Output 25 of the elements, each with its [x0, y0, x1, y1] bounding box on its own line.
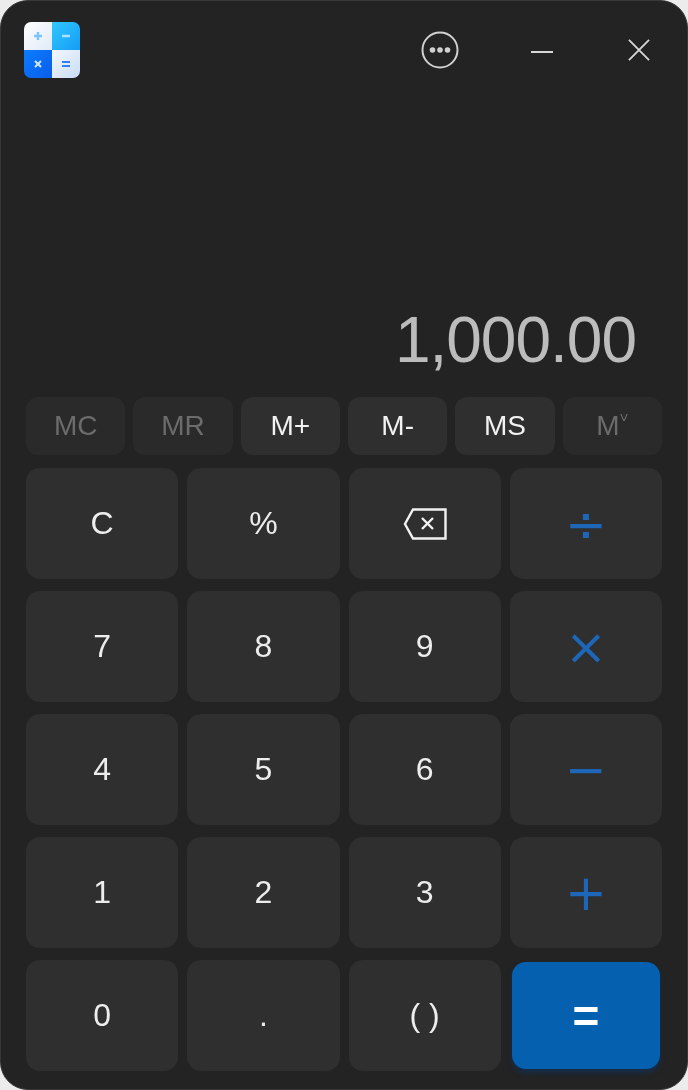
- digit-key[interactable]: 5: [187, 714, 340, 825]
- function-key[interactable]: C: [26, 468, 179, 579]
- minimize-icon: [531, 51, 553, 53]
- display-value: 1,000.00: [394, 308, 636, 372]
- function-key[interactable]: %: [187, 468, 340, 579]
- function-key[interactable]: ( ): [348, 960, 501, 1071]
- digit-key[interactable]: 1: [26, 837, 179, 948]
- memory-button[interactable]: M+: [240, 397, 340, 455]
- app-icon: [24, 22, 80, 78]
- equals-key[interactable]: =: [511, 962, 660, 1069]
- digit-key[interactable]: 9: [348, 591, 501, 702]
- digit-key[interactable]: 0: [26, 960, 179, 1071]
- memory-button[interactable]: MS: [455, 397, 555, 455]
- backspace-key[interactable]: [348, 468, 501, 579]
- digit-key[interactable]: 2: [187, 837, 340, 948]
- digit-key[interactable]: 6: [348, 714, 501, 825]
- digit-key[interactable]: 7: [26, 591, 179, 702]
- close-icon: [628, 39, 650, 61]
- digit-key[interactable]: 3: [348, 837, 501, 948]
- digit-key[interactable]: 8: [187, 591, 340, 702]
- decimal-key[interactable]: .: [187, 960, 340, 1071]
- memory-button[interactable]: M-: [348, 397, 448, 455]
- backspace-icon: [402, 507, 447, 540]
- more-icon: [421, 31, 459, 69]
- digit-key[interactable]: 4: [26, 714, 179, 825]
